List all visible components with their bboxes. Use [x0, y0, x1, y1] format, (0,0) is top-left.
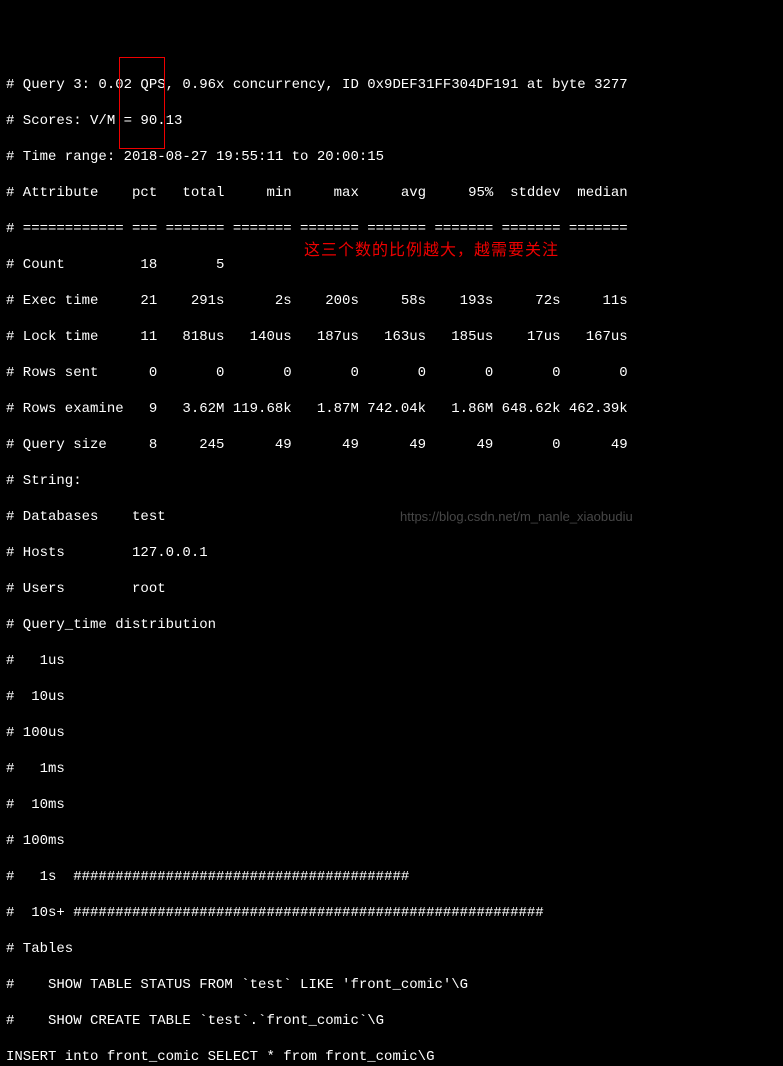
query-header-line2: # Scores: V/M = 90.13 — [6, 113, 182, 129]
row-count: # Count 18 5 — [6, 257, 224, 273]
row-exec-time: # Exec time 21 291s 2s 200s 58s 193s 72s… — [6, 293, 628, 309]
table-divider: # ============ === ======= ======= =====… — [6, 221, 628, 237]
dist-10s-plus: # 10s+ #################################… — [6, 905, 544, 921]
info-users: # Users root — [6, 581, 166, 597]
csdn-watermark: https://blog.csdn.net/m_nanle_xiaobudiu — [400, 508, 633, 526]
query-header-line3: # Time range: 2018-08-27 19:55:11 to 20:… — [6, 149, 384, 165]
dist-header: # Query_time distribution — [6, 617, 216, 633]
dist-10ms: # 10ms — [6, 797, 65, 813]
show-create-table: # SHOW CREATE TABLE `test`.`front_comic`… — [6, 1013, 384, 1029]
info-databases: # Databases test — [6, 509, 166, 525]
info-hosts: # Hosts 127.0.0.1 — [6, 545, 208, 561]
dist-1us: # 1us — [6, 653, 65, 669]
insert-statement: INSERT into front_comic SELECT * from fr… — [6, 1049, 434, 1065]
row-rows-sent: # Rows sent 0 0 0 0 0 0 0 0 — [6, 365, 628, 381]
pct-highlight-box — [119, 57, 165, 149]
row-query-size: # Query size 8 245 49 49 49 49 0 49 — [6, 437, 628, 453]
query-header-line1: # Query 3: 0.02 QPS, 0.96x concurrency, … — [6, 77, 628, 93]
info-string: # String: — [6, 473, 82, 489]
row-rows-examine: # Rows examine 9 3.62M 119.68k 1.87M 742… — [6, 401, 628, 417]
dist-1ms: # 1ms — [6, 761, 65, 777]
annotation-cn: 这三个数的比例越大，越需要关注 — [304, 242, 559, 260]
dist-10us: # 10us — [6, 689, 65, 705]
tables-header: # Tables — [6, 941, 73, 957]
show-table-status: # SHOW TABLE STATUS FROM `test` LIKE 'fr… — [6, 977, 468, 993]
table-header: # Attribute pct total min max avg 95% st… — [6, 185, 628, 201]
row-lock-time: # Lock time 11 818us 140us 187us 163us 1… — [6, 329, 628, 345]
dist-100ms: # 100ms — [6, 833, 65, 849]
dist-100us: # 100us — [6, 725, 65, 741]
dist-1s: # 1s ###################################… — [6, 869, 409, 885]
